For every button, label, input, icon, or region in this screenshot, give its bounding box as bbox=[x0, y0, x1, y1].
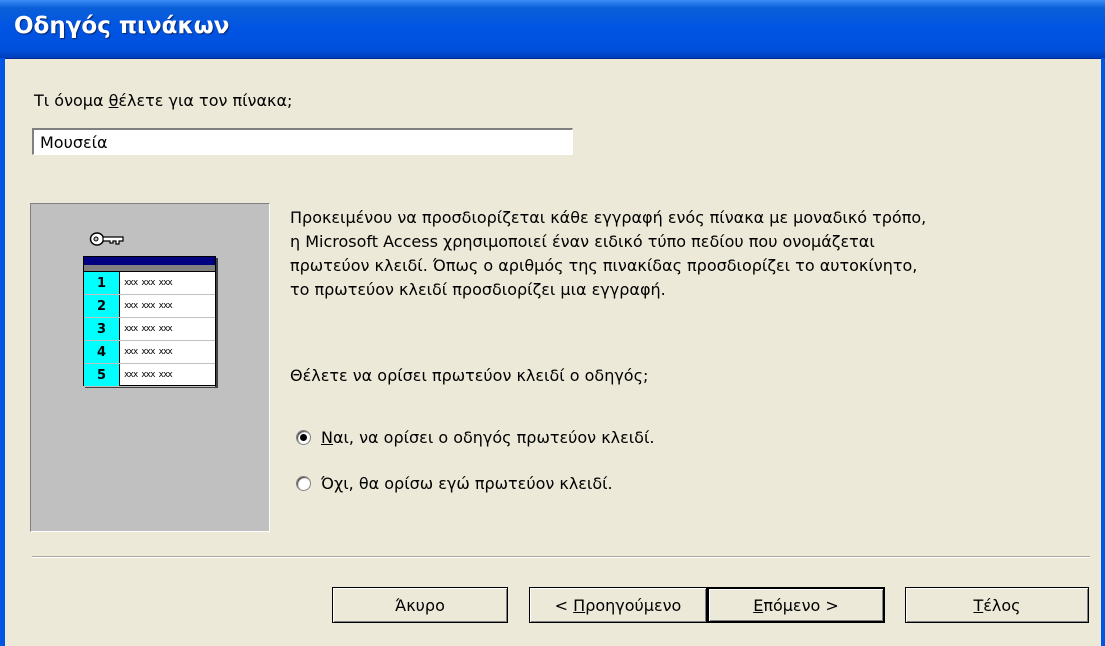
next-text: πόμενο > bbox=[763, 595, 839, 615]
radio-option-no-label[interactable]: Όχι, θα ορίσω εγώ πρωτεύον κλειδί. bbox=[321, 474, 613, 493]
back-button-label: < Προηγούμενο bbox=[555, 596, 682, 615]
placeholder-cell: xxx bbox=[158, 347, 173, 357]
placeholder-cell: xxx bbox=[124, 278, 138, 288]
mini-table-row: 4 xxx xxx xxx bbox=[84, 341, 215, 364]
next-hotkey: Ε bbox=[753, 595, 764, 615]
placeholder-cell: xxx bbox=[141, 324, 155, 334]
placeholder-cell: xxx bbox=[124, 370, 138, 380]
cancel-button-label: Άκυρο bbox=[395, 595, 445, 615]
placeholder-cell: xxx bbox=[158, 301, 173, 311]
primary-key-question: Θέλετε να ορίσει πρωτεύον κλειδί ο οδηγό… bbox=[290, 366, 649, 385]
finish-button-label: Τέλος bbox=[973, 596, 1020, 615]
primary-key-illustration: 1 xxx xxx xxx 2 xxx xxx xxx 3 xxx xxx xxx 4 xx… bbox=[30, 203, 270, 532]
title-bar[interactable]: Οδηγός πινάκων bbox=[0, 0, 1105, 59]
radio-option-yes[interactable]: Ναι, να ορίσει ο οδηγός πρωτεύον κλειδί. bbox=[296, 428, 654, 447]
mini-table-row: 2 xxx xxx xxx bbox=[84, 295, 215, 318]
radio-yes-text: αι, να ορίσει ο οδηγός πρωτεύον κλειδί. bbox=[332, 428, 655, 447]
mini-table-row: 3 xxx xxx xxx bbox=[84, 318, 215, 341]
radio-option-no[interactable]: Όχι, θα ορίσω εγώ πρωτεύον κλειδί. bbox=[296, 474, 613, 493]
placeholder-cell: xxx bbox=[158, 278, 173, 288]
row-number: 2 bbox=[84, 295, 120, 317]
next-button-label: Επόμενο > bbox=[753, 596, 839, 615]
radio-option-yes-label[interactable]: Ναι, να ορίσει ο οδηγός πρωτεύον κλειδί. bbox=[321, 428, 654, 447]
window-border-right bbox=[1101, 58, 1105, 646]
radio-selected-icon[interactable] bbox=[296, 430, 311, 445]
window-title: Οδηγός πινάκων bbox=[14, 13, 230, 39]
row-number: 5 bbox=[84, 364, 120, 386]
placeholder-cell: xxx bbox=[124, 347, 138, 357]
back-hotkey: Π bbox=[573, 595, 586, 615]
placeholder-cell: xxx bbox=[141, 278, 155, 288]
button-divider bbox=[32, 556, 1090, 558]
finish-button[interactable]: Τέλος bbox=[905, 587, 1089, 623]
radio-unselected-icon[interactable] bbox=[296, 476, 311, 491]
row-number: 1 bbox=[84, 272, 120, 294]
radio-no-text: ι, θα ορίσω εγώ πρωτεύον κλειδί. bbox=[343, 474, 613, 493]
back-prefix: < bbox=[554, 595, 574, 615]
row-number: 3 bbox=[84, 318, 120, 340]
placeholder-cell: xxx bbox=[124, 301, 138, 311]
placeholder-cell: xxx bbox=[158, 324, 173, 334]
table-name-label-start: Τι όνομα bbox=[34, 91, 109, 110]
radio-no-text-start: Ό bbox=[321, 474, 334, 493]
table-name-label-hotkey: θ bbox=[108, 91, 119, 110]
mini-table-row: 5 xxx xxx xxx bbox=[84, 364, 215, 387]
placeholder-cell: xxx bbox=[141, 370, 155, 380]
mini-table-graphic: 1 xxx xxx xxx 2 xxx xxx xxx 3 xxx xxx xxx 4 xx… bbox=[83, 256, 216, 387]
next-button[interactable]: Επόμενο > bbox=[707, 587, 885, 623]
window-border-left bbox=[0, 58, 5, 646]
placeholder-cell: xxx bbox=[141, 347, 155, 357]
mini-table-titlebar bbox=[84, 257, 215, 265]
table-name-label-end: έλετε για τον πίνακα; bbox=[118, 91, 293, 110]
radio-yes-hotkey: Ν bbox=[321, 428, 333, 447]
cancel-button[interactable]: Άκυρο bbox=[332, 587, 508, 623]
back-text: ροηγούμενο bbox=[585, 595, 682, 615]
row-number: 4 bbox=[84, 341, 120, 363]
table-name-input[interactable] bbox=[32, 128, 573, 155]
primary-key-description: Προκειμένου να προσδιορίζεται κάθε εγγρα… bbox=[290, 208, 927, 299]
key-icon bbox=[89, 232, 124, 246]
placeholder-cell: xxx bbox=[158, 370, 173, 380]
finish-hotkey: Τ bbox=[973, 595, 984, 615]
mini-table-row: 1 xxx xxx xxx bbox=[84, 272, 215, 295]
radio-no-hotkey: χ bbox=[334, 474, 344, 493]
finish-text: έλος bbox=[983, 595, 1021, 615]
table-name-label: Τι όνομα θέλετε για τον πίνακα; bbox=[34, 91, 292, 110]
back-button[interactable]: < Προηγούμενο bbox=[529, 587, 707, 623]
placeholder-cell: xxx bbox=[124, 324, 138, 334]
mini-table-header bbox=[84, 265, 215, 272]
placeholder-cell: xxx bbox=[141, 301, 155, 311]
